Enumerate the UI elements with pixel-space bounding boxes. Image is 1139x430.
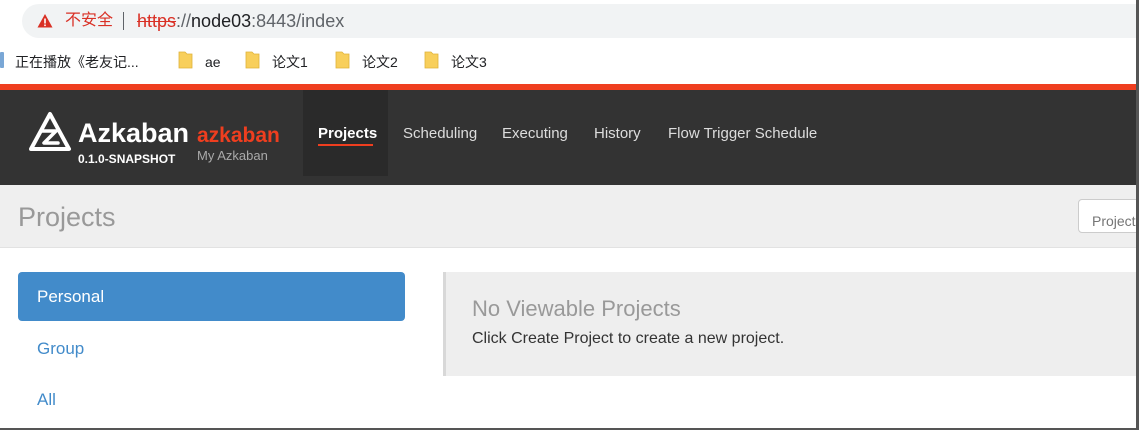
folder-icon (245, 51, 260, 69)
bookmarks-bar (0, 42, 1139, 82)
bookmark-now-playing[interactable]: 正在播放《老友记... (15, 52, 139, 72)
nav-executing[interactable]: Executing (502, 125, 568, 143)
address-bar[interactable]: 不安全 https://node03:8443/index (22, 4, 1139, 38)
bookmark-ae[interactable]: ae (205, 52, 221, 72)
browser-toolbar: 不安全 https://node03:8443/index (0, 0, 1139, 42)
brand-subtitle: My Azkaban (197, 148, 268, 163)
security-label[interactable]: 不安全 (65, 11, 113, 31)
address-divider (123, 12, 124, 30)
folder-icon (178, 51, 193, 69)
page-title: Projects (18, 202, 116, 232)
page-header: Projects (0, 185, 1139, 248)
empty-state-title: No Viewable Projects (472, 296, 681, 321)
top-navbar: Azkaban azkaban 0.1.0-SNAPSHOT My Azkaba… (0, 90, 1139, 185)
azkaban-logo-icon[interactable] (28, 111, 72, 155)
bookmark-paper1[interactable]: 论文1 (272, 52, 308, 72)
nav-scheduling[interactable]: Scheduling (403, 125, 477, 143)
url-scheme: https (137, 11, 177, 31)
url-text[interactable]: https://node03:8443/index (137, 10, 344, 32)
nav-flow-trigger-schedule[interactable]: Flow Trigger Schedule (668, 125, 817, 143)
warning-icon[interactable] (37, 13, 53, 29)
url-host: node03 (191, 11, 252, 31)
folder-icon (424, 51, 439, 69)
bookmark-paper3[interactable]: 论文3 (451, 52, 487, 72)
filter-personal-label: Personal (37, 287, 105, 306)
media-bookmark-icon (0, 52, 4, 68)
nav-history[interactable]: History (594, 125, 641, 143)
folder-icon (335, 51, 350, 69)
project-search-input[interactable] (1078, 199, 1139, 233)
nav-active-underline (318, 144, 373, 146)
url-separator: :// (176, 11, 192, 31)
empty-state-message: Click Create Project to create a new pro… (472, 330, 785, 347)
empty-state-callout: No Viewable Projects Click Create Projec… (443, 272, 1139, 376)
version-label: 0.1.0-SNAPSHOT (78, 152, 176, 166)
nav-projects[interactable]: Projects (318, 125, 377, 143)
filter-group[interactable]: Group (37, 339, 84, 359)
url-path: :8443/index (251, 11, 345, 31)
bookmark-paper2[interactable]: 论文2 (362, 52, 398, 72)
filter-personal[interactable]: Personal (18, 272, 405, 321)
filter-all[interactable]: All (37, 390, 56, 410)
brand-title[interactable]: Azkaban (78, 118, 189, 148)
brand-instance-name: azkaban (197, 124, 280, 147)
